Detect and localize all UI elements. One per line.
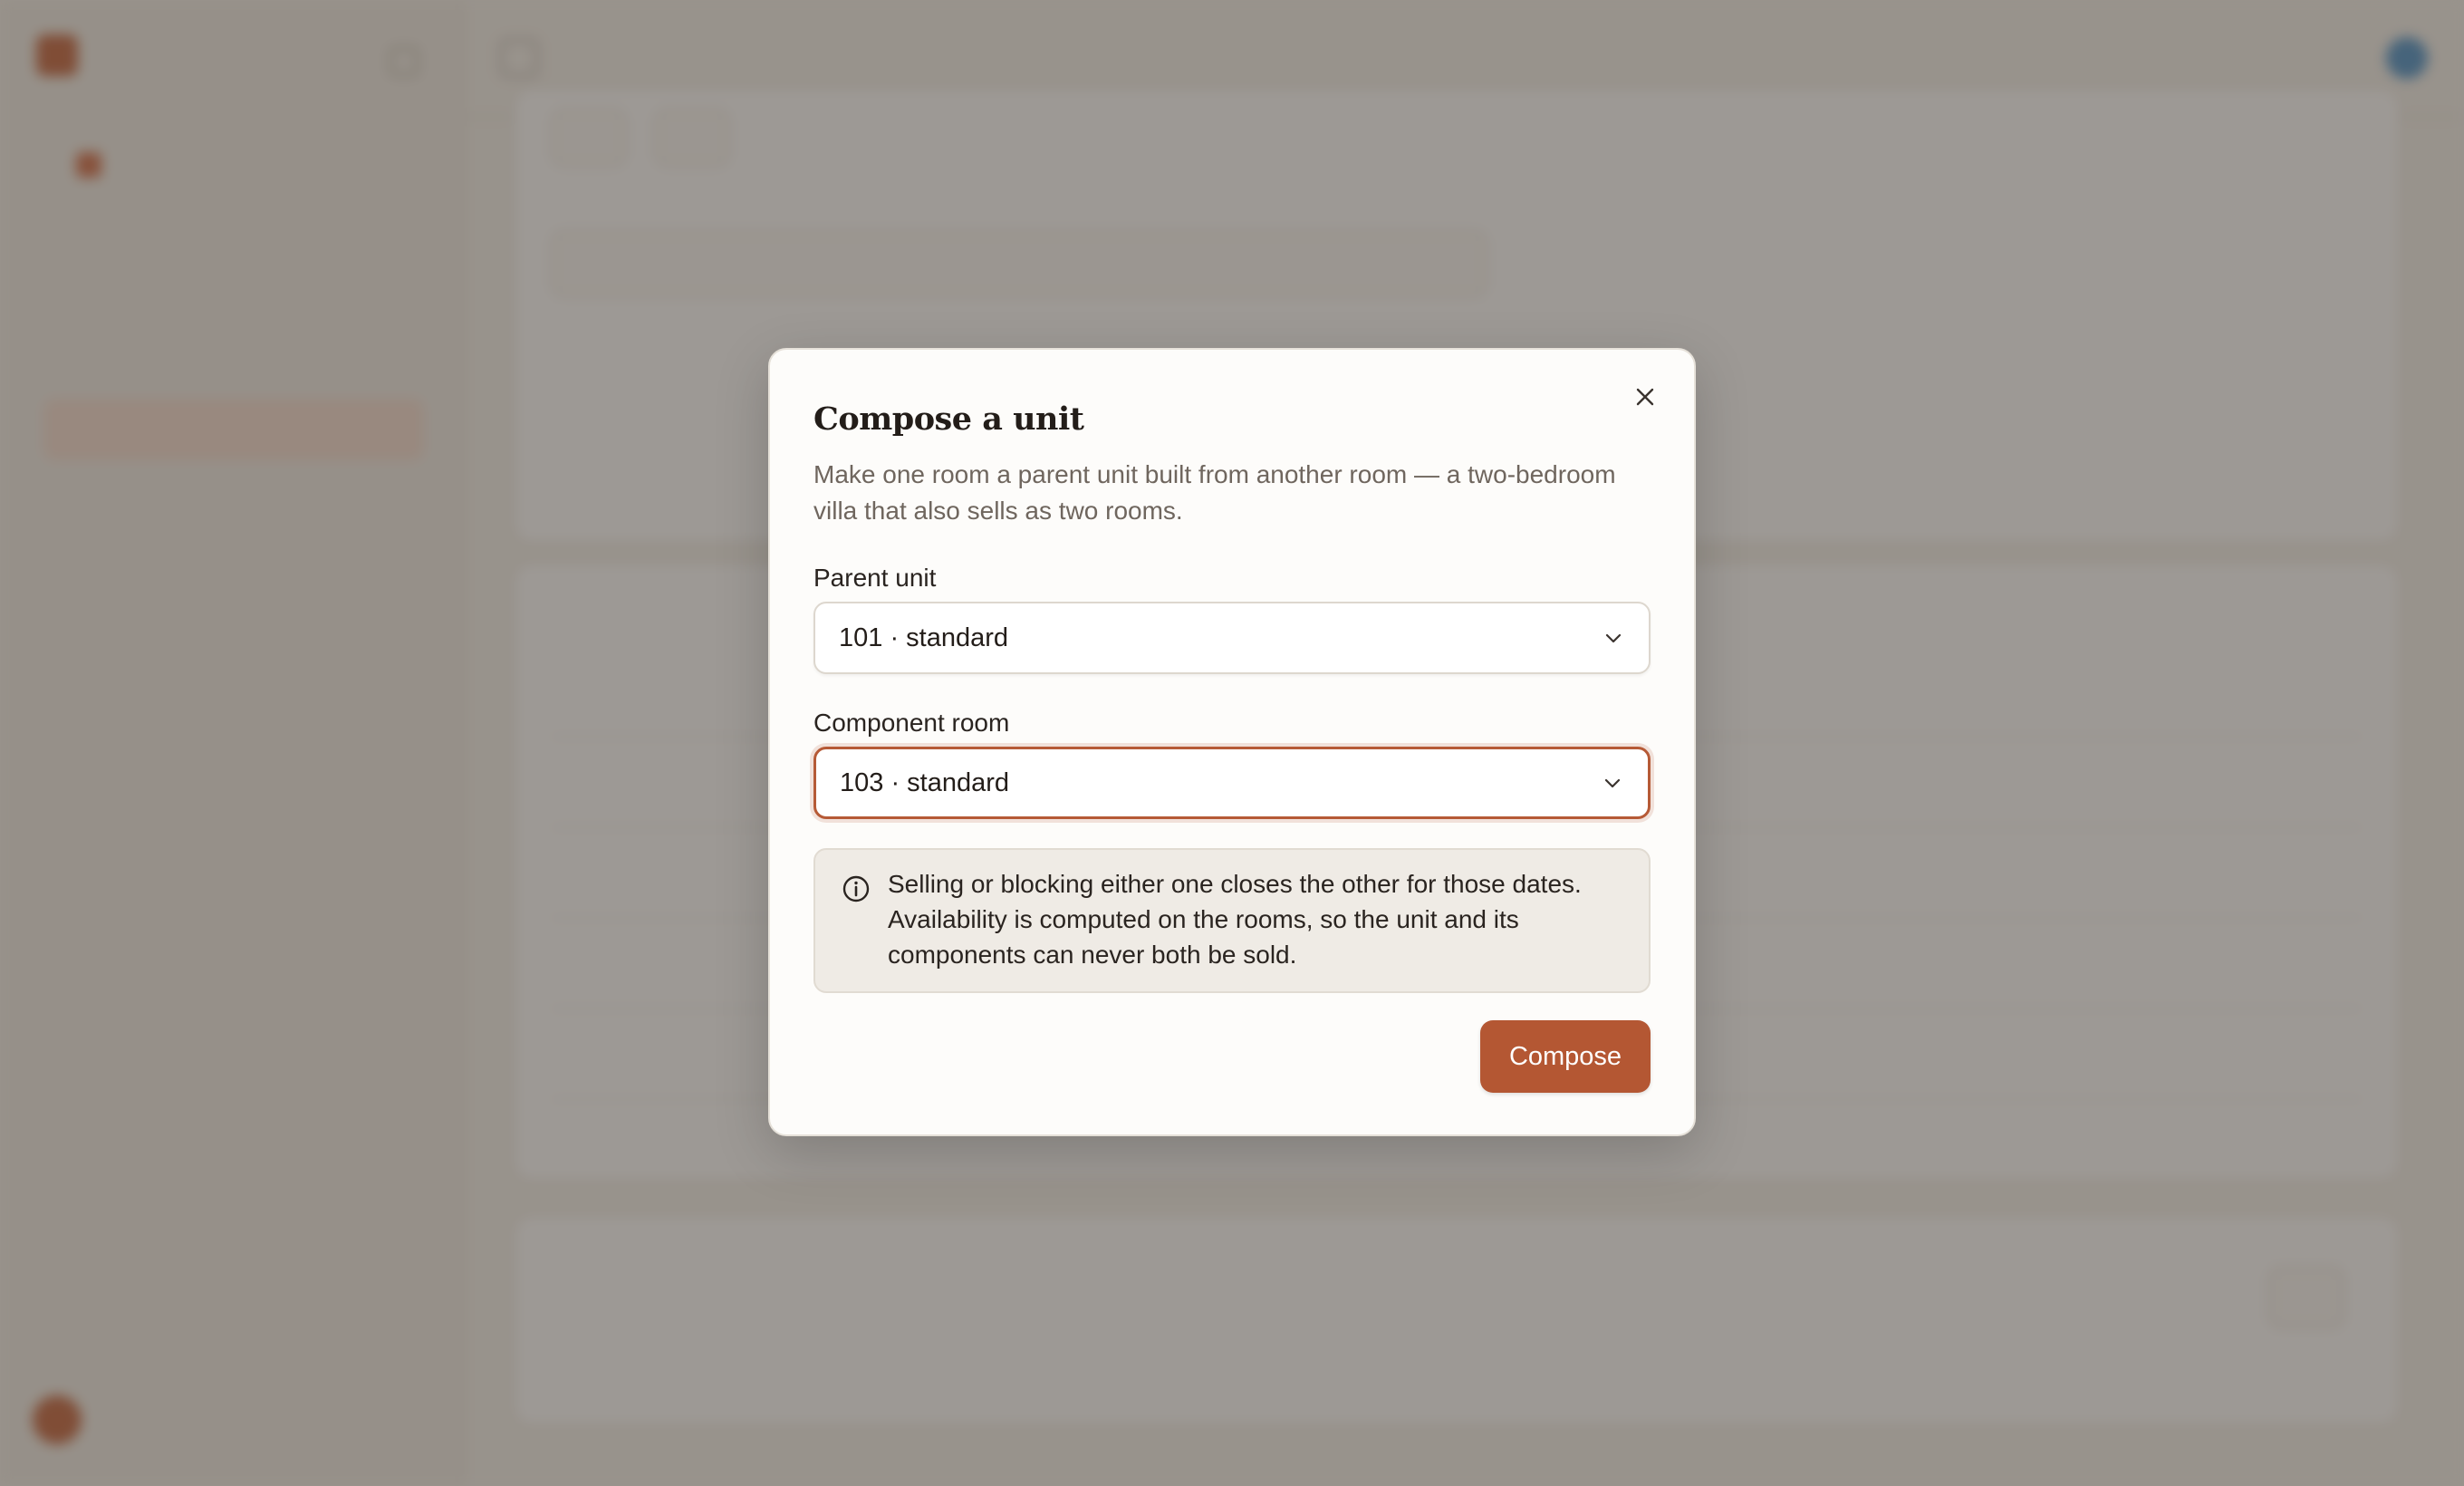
component-room-label: Component room: [813, 709, 1010, 737]
chevron-down-icon: [1601, 771, 1624, 795]
info-text: Selling or blocking either one closes th…: [888, 870, 1582, 969]
dialog-description: Make one room a parent unit built from a…: [813, 460, 1616, 525]
close-icon: [1636, 388, 1654, 406]
parent-unit-label: Parent unit: [813, 564, 937, 592]
component-room-value: 103 · standard: [840, 767, 1010, 797]
compose-button[interactable]: Compose: [1480, 1020, 1651, 1093]
dialog-title: Compose a unit: [813, 400, 1084, 438]
info-callout: Selling or blocking either one closes th…: [813, 848, 1651, 993]
close-button[interactable]: [1627, 379, 1663, 415]
parent-unit-value: 101 · standard: [839, 622, 1009, 652]
component-room-select[interactable]: 103 · standard: [813, 747, 1651, 819]
compose-unit-dialog: Compose a unit Make one room a parent un…: [768, 348, 1696, 1136]
chevron-down-icon: [1602, 626, 1625, 650]
parent-unit-select[interactable]: 101 · standard: [813, 602, 1651, 674]
info-icon: [842, 875, 870, 902]
